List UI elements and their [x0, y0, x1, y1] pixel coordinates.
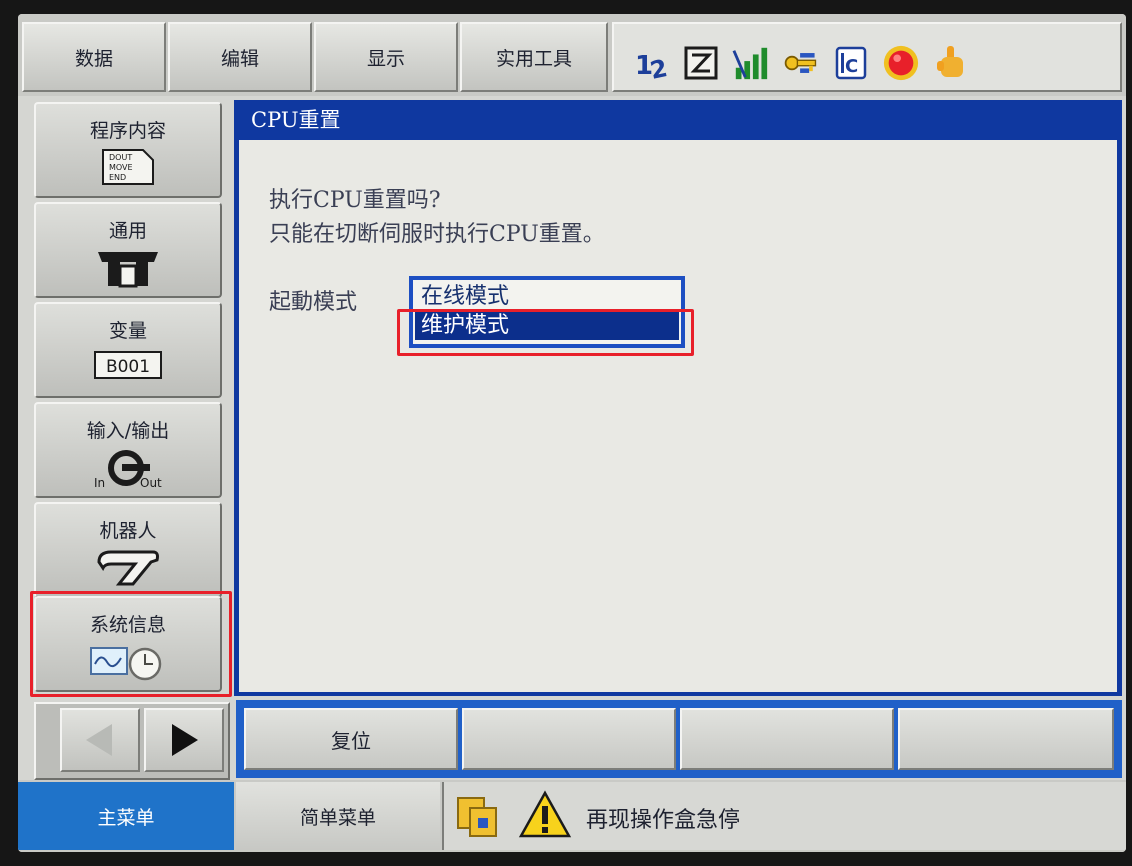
coordinate-icon[interactable]: 1 2 — [632, 44, 670, 82]
function-key-3[interactable] — [680, 708, 894, 770]
menu-display-button[interactable]: 显示 — [314, 22, 458, 92]
svg-text:DOUT: DOUT — [109, 153, 132, 162]
window-content: 执行CPU重置吗? 只能在切断伺服时执行CPU重置。 起動模式 在线模式 维护模… — [239, 140, 1117, 692]
nav-program-content[interactable]: 程序内容 DOUT MOVE END — [34, 102, 222, 198]
nav-robot[interactable]: 机器人 — [34, 502, 222, 598]
nav-input-output[interactable]: 输入/输出 In Out — [34, 402, 222, 498]
svg-text:In: In — [94, 476, 105, 490]
window-title: CPU重置 — [251, 108, 341, 132]
svg-text:C: C — [845, 56, 858, 77]
arrow-left-icon — [86, 724, 112, 756]
nav-general[interactable]: 通用 — [34, 202, 222, 298]
menu-edit-button[interactable]: 编辑 — [168, 22, 312, 92]
servo-off-notice: 只能在切断伺服时执行CPU重置。 — [269, 222, 605, 247]
arrow-right-icon — [172, 724, 198, 756]
key-icon[interactable] — [782, 44, 820, 82]
system-info-highlight — [30, 591, 232, 697]
simple-menu-button[interactable]: 简单菜单 — [236, 782, 440, 850]
hand-icon[interactable] — [932, 44, 970, 82]
svg-text:Out: Out — [140, 476, 162, 490]
startup-mode-label: 起動模式 — [269, 290, 358, 315]
menu-data-button[interactable]: 数据 — [22, 22, 166, 92]
message-copy-icon[interactable] — [454, 794, 502, 844]
main-menu-button[interactable]: 主菜单 — [18, 782, 234, 850]
page-prev-button[interactable] — [60, 708, 140, 772]
page-arrow-pane — [34, 702, 230, 780]
confirm-message: 执行CPU重置吗? — [269, 188, 441, 213]
program-icon: DOUT MOVE END — [99, 148, 157, 190]
svg-text:MOVE: MOVE — [109, 163, 133, 172]
svg-text:END: END — [109, 173, 126, 182]
function-key-2[interactable] — [462, 708, 676, 770]
menu-utility-button[interactable]: 实用工具 — [460, 22, 608, 92]
function-key-bar: 复位 — [236, 700, 1122, 778]
teach-pendant-screen: 数据 编辑 显示 实用工具 1 2 C 程序内容 DOUT MOVE END 通… — [18, 14, 1126, 852]
function-key-4[interactable] — [898, 708, 1114, 770]
io-icon: In Out — [88, 448, 168, 494]
nav-variable[interactable]: 变量 B001 — [34, 302, 222, 398]
edit-mode-icon[interactable] — [682, 44, 720, 82]
reset-button[interactable]: 复位 — [244, 708, 458, 770]
status-message: 再现操作盒急停 — [586, 808, 741, 833]
top-menu-bar: 数据 编辑 显示 实用工具 1 2 C — [18, 14, 1126, 96]
status-area: 再现操作盒急停 — [442, 782, 1126, 850]
page-next-button[interactable] — [144, 708, 224, 772]
signal-icon[interactable] — [732, 44, 770, 82]
cpu-reset-window: CPU重置 执行CPU重置吗? 只能在切断伺服时执行CPU重置。 起動模式 在线… — [234, 100, 1122, 696]
status-icon-strip: 1 2 C — [612, 22, 1122, 92]
general-icon — [94, 248, 162, 292]
info-icon[interactable]: C — [832, 44, 870, 82]
svg-text:B001: B001 — [106, 357, 150, 377]
variable-icon: B001 — [93, 348, 163, 386]
servo-on-icon[interactable] — [882, 44, 920, 82]
svg-text:2: 2 — [648, 54, 670, 82]
robot-icon — [93, 548, 163, 592]
maintenance-mode-highlight — [397, 309, 694, 356]
option-online-mode[interactable]: 在线模式 — [415, 282, 679, 311]
warning-icon — [518, 790, 572, 844]
bottom-bar: 主菜单 简单菜单 再现操作盒急停 — [18, 780, 1126, 852]
